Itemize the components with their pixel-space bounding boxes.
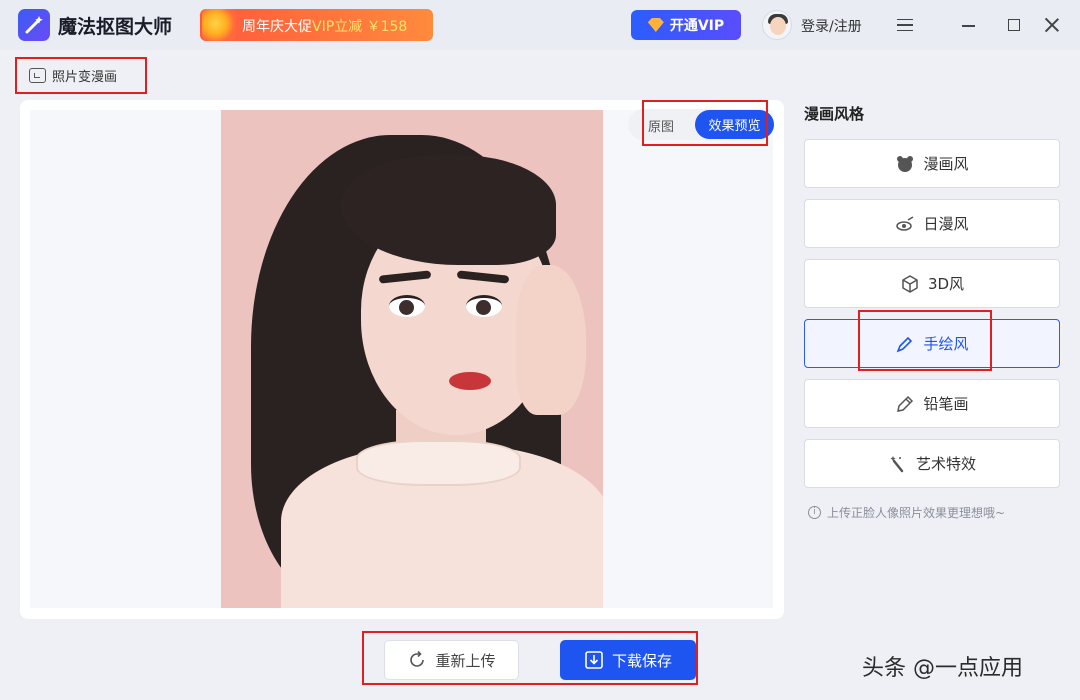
minimize-icon[interactable] xyxy=(962,25,975,27)
info-icon: i xyxy=(808,506,821,519)
highlight-box xyxy=(642,100,768,146)
style-label: 艺术特效 xyxy=(915,455,976,473)
gift-icon xyxy=(202,9,236,41)
style-art-effects-button[interactable]: 艺术特效 xyxy=(804,439,1060,488)
style-panel-title: 漫画风格 xyxy=(804,105,865,123)
avatar[interactable] xyxy=(762,10,792,40)
style-label: 铅笔画 xyxy=(923,395,969,413)
close-icon[interactable] xyxy=(1044,17,1060,33)
open-vip-button[interactable]: 开通VIP xyxy=(631,10,741,40)
upload-tip-text: 上传正脸人像照片效果更理想哦~ xyxy=(827,506,1006,520)
maximize-icon[interactable] xyxy=(1008,19,1020,31)
open-vip-label: 开通VIP xyxy=(669,18,725,34)
highlight-box xyxy=(858,310,992,371)
style-anime-button[interactable]: 日漫风 xyxy=(804,199,1060,248)
image-canvas xyxy=(30,110,773,608)
menu-icon[interactable] xyxy=(897,19,913,31)
style-pencil-button[interactable]: 铅笔画 xyxy=(804,379,1060,428)
promo-text-vip: VIP立减 ￥158 xyxy=(312,19,408,35)
anime-icon xyxy=(896,215,914,231)
breadcrumb-label: 照片变漫画 xyxy=(52,70,118,85)
style-label: 漫画风 xyxy=(923,155,969,173)
cube-icon xyxy=(902,274,918,293)
bear-icon xyxy=(897,155,914,172)
back-home-icon xyxy=(29,68,46,83)
pencil-icon xyxy=(897,395,914,412)
style-comic-button[interactable]: 漫画风 xyxy=(804,139,1060,188)
breadcrumb[interactable]: 照片变漫画 xyxy=(15,57,147,94)
diamond-icon xyxy=(647,18,664,32)
promo-text-prefix: 周年庆大促 xyxy=(242,19,312,35)
image-canvas-panel xyxy=(20,100,784,619)
style-3d-button[interactable]: 3D风 xyxy=(804,259,1060,308)
result-image xyxy=(221,110,603,608)
app-name: 魔法抠图大师 xyxy=(58,16,173,38)
app-logo-icon xyxy=(18,9,50,41)
highlight-box xyxy=(362,631,698,685)
promo-banner[interactable]: 周年庆大促VIP立减 ￥158 xyxy=(200,9,433,41)
magic-wand-icon xyxy=(890,455,904,472)
login-register-link[interactable]: 登录/注册 xyxy=(801,16,862,36)
upload-tip: i 上传正脸人像照片效果更理想哦~ xyxy=(808,504,1005,521)
watermark: 头条 @一点应用 xyxy=(862,656,1023,681)
style-label: 日漫风 xyxy=(923,215,969,233)
promo-text: 周年庆大促VIP立减 ￥158 xyxy=(242,16,407,36)
style-label: 3D风 xyxy=(927,275,965,293)
